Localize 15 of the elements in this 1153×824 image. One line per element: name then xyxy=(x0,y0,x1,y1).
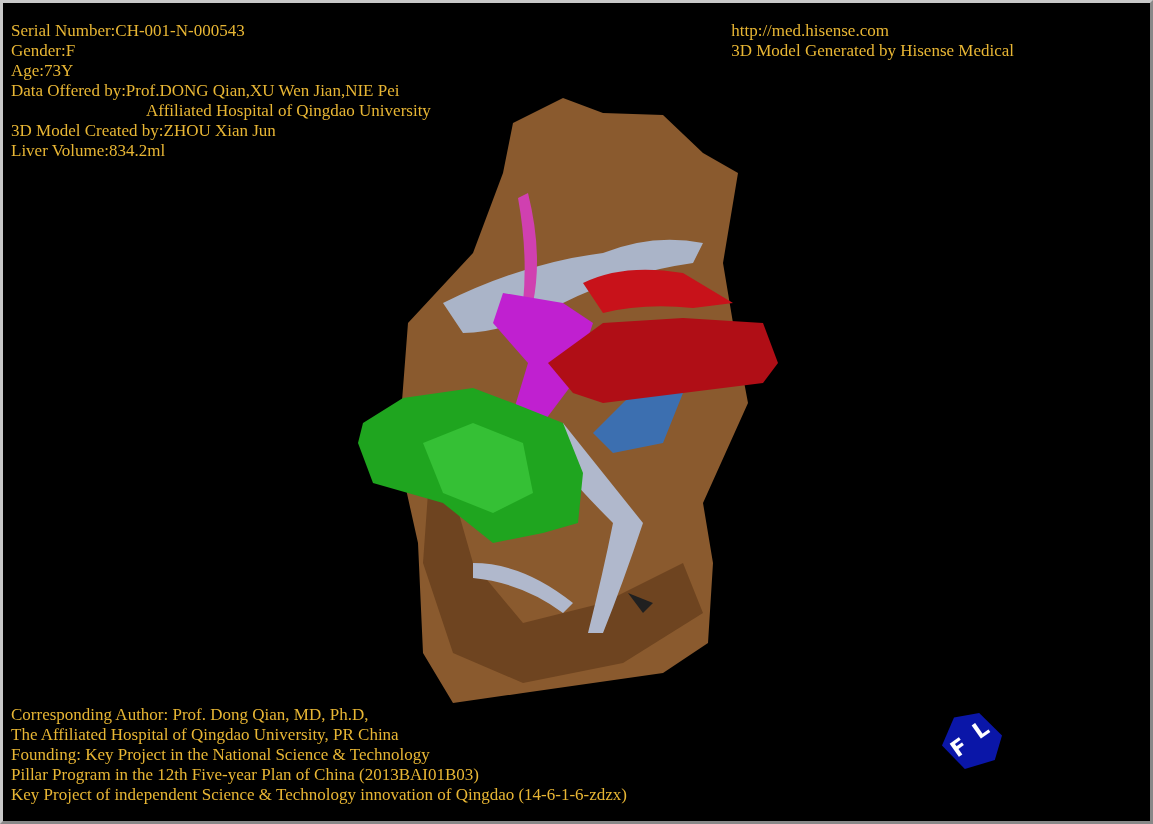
credit-text: Key Project of independent Science & Technology innovation of Qingdao (14-6-1-6-zdzx) xyxy=(11,785,627,805)
info-text: Affiliated Hospital of Qingdao University xyxy=(145,101,431,121)
credit-text: Founding: Key Project in the National Science & Technology xyxy=(11,745,430,765)
info-text: 3D Model Created by:ZHOU Xian Jun xyxy=(11,121,276,141)
credit-text: Pillar Program in the 12th Five-year Plan of China (2013BAI01B03) xyxy=(11,765,479,785)
info-text: Serial Number:CH-001-N-000543 xyxy=(11,21,245,41)
info-text: Age:73Y xyxy=(11,61,74,81)
info-text: Gender:F xyxy=(11,41,76,61)
site-text: http://med.hisense.com xyxy=(731,21,889,41)
site-text: 3D Model Generated by Hisense Medical xyxy=(731,41,1014,61)
credit-text: The Affiliated Hospital of Qingdao University, PR China xyxy=(11,725,399,745)
info-text: Liver Volume:834.2ml xyxy=(11,141,166,161)
info-text: Data Offered by:Prof.DONG Qian,XU Wen Jian,NIE Pei xyxy=(11,81,400,101)
orientation-cube[interactable]: F L xyxy=(942,713,1002,769)
credit-text: Corresponding Author: Prof. Dong Qian, MD, Ph.D, xyxy=(11,705,369,725)
